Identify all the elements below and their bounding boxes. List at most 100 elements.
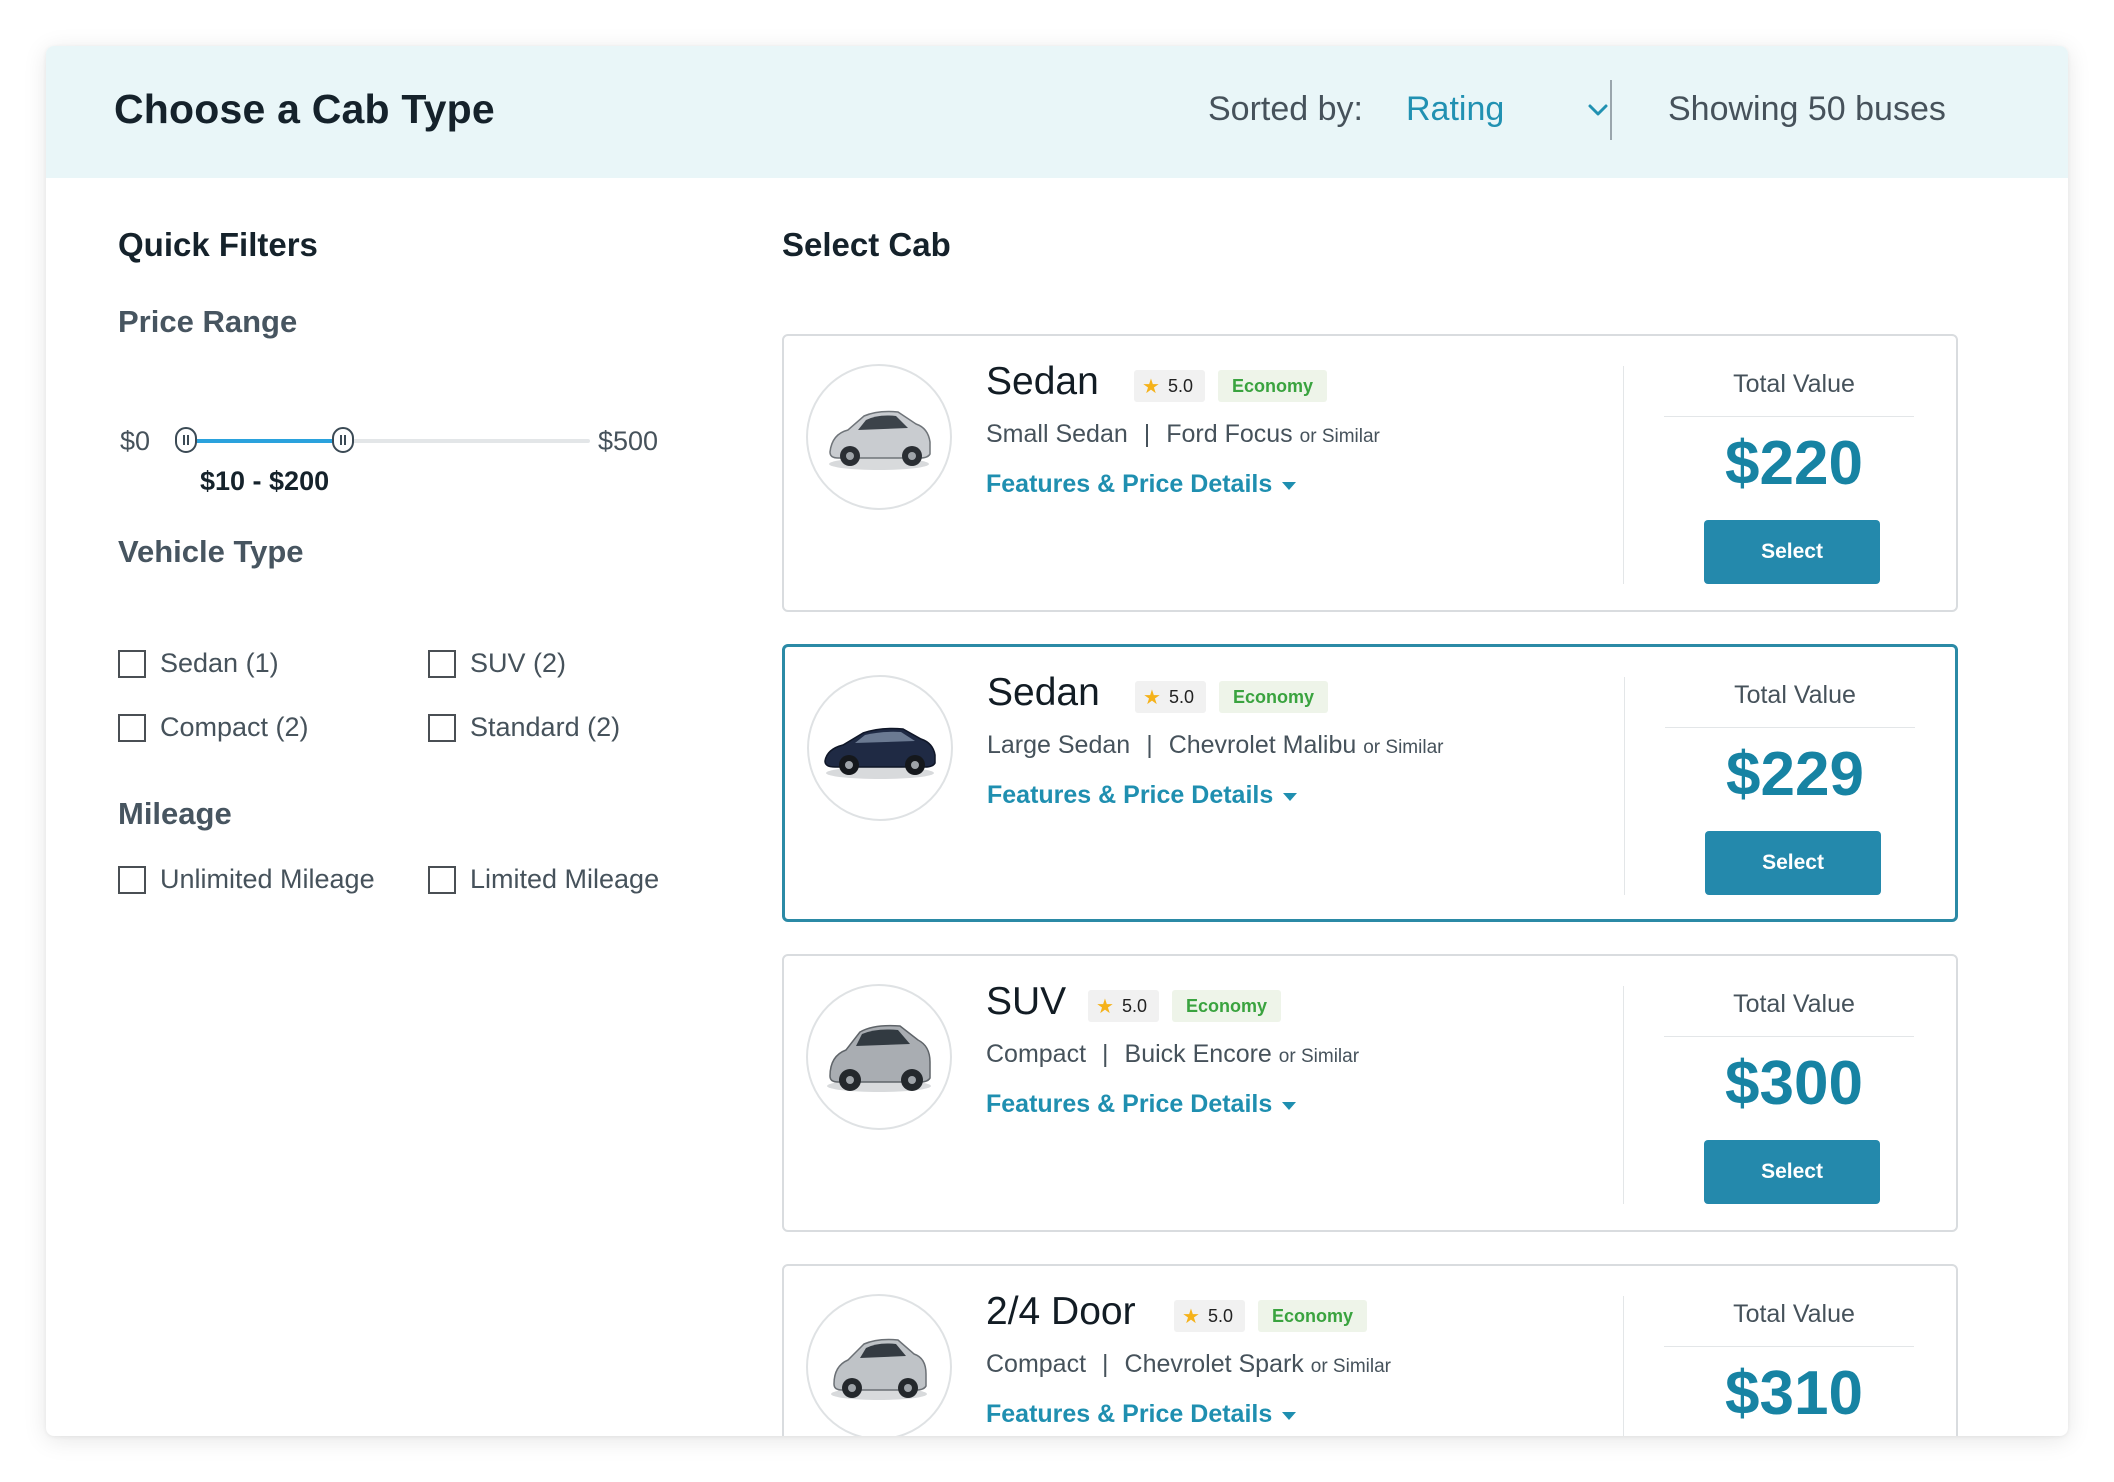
checkbox-sedan[interactable]: Sedan (1) <box>118 648 279 679</box>
features-details-link[interactable]: Features & Price Details <box>986 1400 1297 1429</box>
price-max-label: $500 <box>598 426 659 456</box>
price-range-title: Price Range <box>118 304 298 339</box>
rating-value: 5.0 <box>1167 375 1193 396</box>
checkbox-box[interactable] <box>118 865 146 894</box>
car-size: Large Sedan <box>987 731 1131 759</box>
select-button[interactable]: Select <box>1704 520 1880 584</box>
car-image <box>806 1294 952 1436</box>
price-min-label: $0 <box>120 426 151 456</box>
car-size: Small Sedan <box>986 420 1128 448</box>
rating-badge: ★ 5.0 <box>1134 370 1205 402</box>
page-title: Choose a Cab Type <box>114 86 495 132</box>
car-name: Sedan <box>987 671 1100 714</box>
features-details-link[interactable]: Features & Price Details <box>986 470 1297 499</box>
cab-selection-panel: Choose a Cab Type Sorted by: Rating Show… <box>46 46 2068 1436</box>
price-range-value: $10 - $200 <box>200 466 330 496</box>
cab-card: Sedan ★ 5.0 Economy Small Sedan | Ford Foc… <box>782 334 1958 612</box>
car-name: 2/4 Door <box>986 1290 1136 1333</box>
checkbox-box[interactable] <box>428 713 456 742</box>
header-divider <box>1610 80 1612 140</box>
or-similar: or Similar <box>1299 426 1380 447</box>
price: $310 <box>1725 1359 1863 1428</box>
checkbox-suv[interactable]: SUV (2) <box>428 648 566 679</box>
card-divider <box>1623 366 1624 584</box>
checkbox-label: Sedan (1) <box>160 648 279 678</box>
total-value-label: Total Value <box>1733 990 1855 1018</box>
sort-dropdown[interactable]: Rating <box>1406 90 1504 129</box>
cab-card: 2/4 Door ★ 5.0 Economy Compact | Chevrolet… <box>782 1264 1958 1436</box>
caret-down-icon <box>1283 792 1298 801</box>
checkbox-box[interactable] <box>118 649 146 678</box>
star-icon: ★ <box>1142 375 1160 398</box>
total-rule <box>1665 727 1915 728</box>
checkbox-limited-mileage[interactable]: Limited Mileage <box>428 864 659 895</box>
rating-badge: ★ 5.0 <box>1174 1300 1245 1332</box>
car-image <box>806 364 952 510</box>
quick-filters-title: Quick Filters <box>118 226 318 263</box>
star-icon: ★ <box>1182 1305 1200 1328</box>
car-description: Large Sedan | Chevrolet Malibu or Similar <box>987 731 1444 759</box>
star-icon: ★ <box>1143 686 1161 709</box>
price: $300 <box>1725 1049 1863 1118</box>
features-details-link[interactable]: Features & Price Details <box>986 1090 1297 1119</box>
car-model: Ford Focus <box>1166 420 1293 448</box>
caret-down-icon <box>1282 1101 1297 1110</box>
car-description: Small Sedan | Ford Focus or Similar <box>986 420 1380 448</box>
select-cab-title: Select Cab <box>782 226 951 263</box>
checkbox-label: Limited Mileage <box>470 864 660 894</box>
rating-value: 5.0 <box>1207 1305 1233 1326</box>
features-details-label: Features & Price Details <box>986 470 1273 498</box>
features-details-label: Features & Price Details <box>987 781 1274 809</box>
checkbox-box[interactable] <box>428 865 456 894</box>
price-slider[interactable] <box>175 427 590 453</box>
features-details-link[interactable]: Features & Price Details <box>987 781 1298 810</box>
caret-down-icon <box>1282 1411 1297 1420</box>
price-slider-fill <box>186 439 343 443</box>
car-name: SUV <box>986 980 1067 1023</box>
select-button[interactable]: Select <box>1705 831 1881 895</box>
car-image <box>807 675 953 821</box>
car-size: Compact <box>986 1040 1087 1068</box>
rating-value: 5.0 <box>1168 686 1194 707</box>
price-slider-min-handle[interactable] <box>175 427 198 453</box>
class-badge: Economy <box>1172 990 1282 1022</box>
checkbox-unlimited-mileage[interactable]: Unlimited Mileage <box>118 864 375 895</box>
chevron-down-icon[interactable] <box>1586 102 1610 118</box>
car-image <box>806 984 952 1130</box>
rating-badge: ★ 5.0 <box>1088 990 1159 1022</box>
checkbox-box[interactable] <box>118 713 146 742</box>
car-model: Chevrolet Malibu <box>1168 731 1357 759</box>
vehicle-type-title: Vehicle Type <box>118 534 304 569</box>
checkbox-box[interactable] <box>428 649 456 678</box>
cab-card: SUV ★ 5.0 Economy Compact | Buick Encore o… <box>782 954 1958 1232</box>
car-name: Sedan <box>986 360 1099 403</box>
checkbox-standard[interactable]: Standard (2) <box>428 712 620 743</box>
total-rule <box>1664 1036 1914 1037</box>
car-model: Chevrolet Spark <box>1124 1350 1304 1378</box>
total-rule <box>1664 416 1914 417</box>
or-similar: or Similar <box>1278 1046 1360 1067</box>
cab-card: Sedan ★ 5.0 Economy Large Sedan | Chevrole… <box>782 644 1958 922</box>
rating-value: 5.0 <box>1121 995 1147 1016</box>
or-similar: or Similar <box>1310 1356 1391 1377</box>
mileage-title: Mileage <box>118 796 232 831</box>
card-divider <box>1624 677 1625 895</box>
checkbox-label: Standard (2) <box>470 712 621 742</box>
rating-badge: ★ 5.0 <box>1135 681 1206 713</box>
car-description: Compact | Buick Encore or Similar <box>986 1040 1360 1068</box>
star-icon: ★ <box>1096 995 1114 1018</box>
total-value-label: Total Value <box>1733 370 1855 398</box>
checkbox-compact[interactable]: Compact (2) <box>118 712 309 743</box>
select-button[interactable]: Select <box>1704 1140 1880 1204</box>
class-badge: Economy <box>1258 1300 1368 1332</box>
total-rule <box>1664 1346 1914 1347</box>
header-bar: Choose a Cab Type Sorted by: Rating Show… <box>46 46 2068 178</box>
car-size: Compact <box>986 1350 1087 1378</box>
results-count: Showing 50 buses <box>1668 90 1946 128</box>
price: $229 <box>1726 740 1864 809</box>
class-badge: Economy <box>1219 681 1329 713</box>
total-value-label: Total Value <box>1733 1300 1855 1328</box>
price-slider-max-handle[interactable] <box>331 427 354 453</box>
features-details-label: Features & Price Details <box>986 1090 1273 1118</box>
card-divider <box>1623 1296 1624 1436</box>
